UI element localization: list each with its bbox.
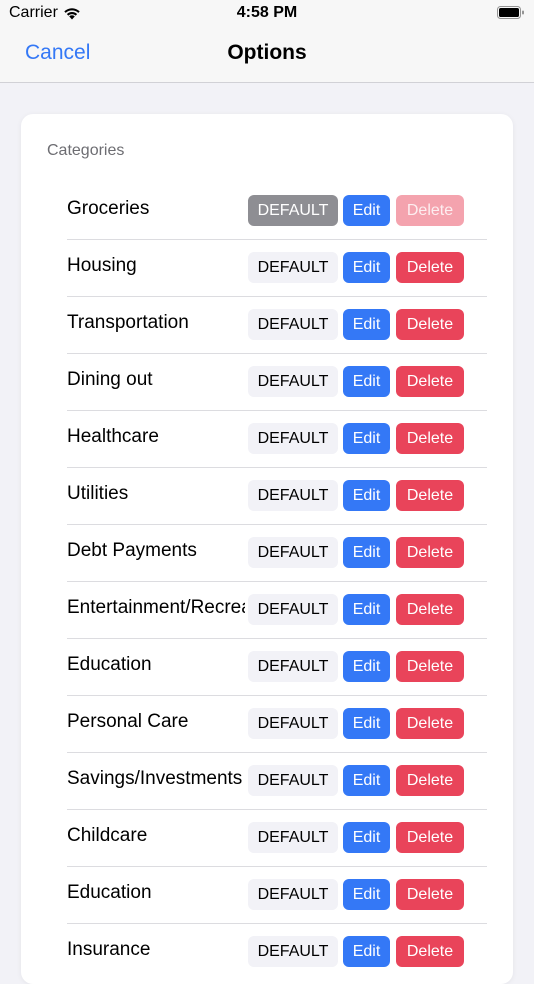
- edit-button[interactable]: Edit: [343, 936, 390, 967]
- delete-button[interactable]: Delete: [396, 822, 464, 853]
- edit-button[interactable]: Edit: [343, 366, 390, 397]
- edit-button[interactable]: Edit: [343, 594, 390, 625]
- set-default-button[interactable]: DEFAULT: [248, 879, 338, 910]
- edit-button[interactable]: Edit: [343, 195, 390, 226]
- set-default-button[interactable]: DEFAULT: [248, 936, 338, 967]
- set-default-button[interactable]: DEFAULT: [248, 822, 338, 853]
- category-name: Healthcare: [67, 426, 159, 447]
- edit-button[interactable]: Edit: [343, 879, 390, 910]
- category-name: Utilities: [67, 483, 129, 504]
- category-row: Groceries DEFAULT Edit Delete: [67, 183, 487, 240]
- category-name: Groceries: [67, 198, 150, 219]
- category-row: Education DEFAULT Edit Delete: [67, 639, 487, 696]
- category-row: Entertainment/RecreationDEFAULTEditDelet…: [67, 582, 487, 639]
- category-name: Debt Payments: [67, 540, 197, 561]
- category-row: Transportation DEFAULT Edit Delete: [67, 297, 487, 354]
- set-default-button[interactable]: DEFAULT: [248, 309, 338, 340]
- delete-button[interactable]: Delete: [396, 651, 464, 682]
- category-row: Savings/Investments DEFAULT Edit Delete: [67, 753, 487, 810]
- set-default-button[interactable]: DEFAULT: [248, 366, 338, 397]
- category-row: Personal Care DEFAULT Edit Delete: [67, 696, 487, 753]
- category-name: Entertainment/Recreation: [67, 597, 245, 618]
- categories-card: Categories Groceries DEFAULT Edit Delete Hou…: [21, 114, 513, 984]
- category-name: Housing: [67, 255, 137, 276]
- category-name: Education: [67, 654, 152, 675]
- delete-button[interactable]: Delete: [396, 936, 464, 967]
- edit-button[interactable]: Edit: [343, 252, 390, 283]
- delete-button[interactable]: Delete: [396, 309, 464, 340]
- delete-button[interactable]: Delete: [396, 879, 464, 910]
- edit-button[interactable]: Edit: [343, 423, 390, 454]
- category-row: Dining out DEFAULT Edit Delete: [67, 354, 487, 411]
- category-row: Housing DEFAULT Edit Delete: [67, 240, 487, 297]
- delete-button[interactable]: Delete: [396, 537, 464, 568]
- edit-button[interactable]: Edit: [343, 765, 390, 796]
- delete-button[interactable]: Delete: [396, 480, 464, 511]
- category-row: Childcare DEFAULT Edit Delete: [67, 810, 487, 867]
- edit-button[interactable]: Edit: [343, 651, 390, 682]
- set-default-button[interactable]: DEFAULT: [248, 765, 338, 796]
- category-row: Insurance DEFAULT Edit Delete: [67, 924, 487, 980]
- edit-button[interactable]: Edit: [343, 537, 390, 568]
- delete-button[interactable]: Delete: [396, 708, 464, 739]
- delete-button[interactable]: Delete: [396, 765, 464, 796]
- delete-button[interactable]: Delete: [396, 252, 464, 283]
- category-row: Healthcare DEFAULT Edit Delete: [67, 411, 487, 468]
- delete-button[interactable]: Delete: [396, 594, 464, 625]
- set-default-button[interactable]: DEFAULT: [248, 651, 338, 682]
- status-bar: Carrier 4:58 PM: [0, 0, 534, 28]
- delete-button: Delete: [396, 195, 464, 226]
- category-name: Education: [67, 882, 152, 903]
- set-default-button[interactable]: DEFAULT: [248, 537, 338, 568]
- category-name: Insurance: [67, 939, 151, 960]
- edit-button[interactable]: Edit: [343, 480, 390, 511]
- set-default-button[interactable]: DEFAULT: [248, 594, 338, 625]
- category-row: Utilities DEFAULT Edit Delete: [67, 468, 487, 525]
- edit-button[interactable]: Edit: [343, 309, 390, 340]
- category-name: Childcare: [67, 825, 148, 846]
- category-name: Personal Care: [67, 711, 189, 732]
- clock: 4:58 PM: [236, 4, 298, 21]
- category-list: Groceries DEFAULT Edit Delete Housing DEFAULT…: [67, 183, 487, 980]
- battery-icon: [497, 6, 524, 19]
- category-name: Dining out: [67, 369, 153, 390]
- edit-button[interactable]: Edit: [343, 708, 390, 739]
- page-title: Options: [227, 41, 307, 64]
- category-row: Debt Payments DEFAULT Edit Delete: [67, 525, 487, 582]
- section-title: Categories: [47, 142, 125, 159]
- category-name: Transportation: [67, 312, 189, 333]
- category-row: Education DEFAULT Edit Delete: [67, 867, 487, 924]
- set-default-button[interactable]: DEFAULT: [248, 195, 338, 226]
- set-default-button[interactable]: DEFAULT: [248, 252, 338, 283]
- category-name: Savings/Investments: [67, 768, 243, 789]
- edit-button[interactable]: Edit: [343, 822, 390, 853]
- set-default-button[interactable]: DEFAULT: [248, 423, 338, 454]
- navigation-bar: Cancel Options: [0, 28, 534, 83]
- delete-button[interactable]: Delete: [396, 423, 464, 454]
- set-default-button[interactable]: DEFAULT: [248, 480, 338, 511]
- delete-button[interactable]: Delete: [396, 366, 464, 397]
- set-default-button[interactable]: DEFAULT: [248, 708, 338, 739]
